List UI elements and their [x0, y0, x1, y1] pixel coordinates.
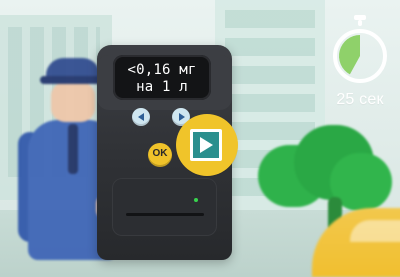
officer-tie — [68, 124, 78, 174]
device-left-button[interactable] — [132, 108, 150, 126]
ok-label: OK — [152, 148, 168, 159]
mouthpiece-slot — [126, 213, 204, 216]
display-reading-line-1: <0,16 мг — [127, 62, 197, 78]
triangle-left-icon — [138, 113, 144, 121]
breathalyzer-lower-panel — [112, 178, 217, 236]
device-ok-button[interactable]: OK — [148, 143, 172, 167]
stopwatch-icon — [333, 29, 387, 83]
timer-label: 25 сек — [336, 91, 384, 108]
timer: 25 сек — [330, 15, 390, 110]
play-icon — [200, 137, 213, 153]
scene: <0,16 мг на 1 л OK 25 сек — [0, 0, 400, 277]
taxi-window — [350, 220, 400, 242]
display-reading-line-2: на 1 л — [136, 79, 188, 95]
officer-face — [51, 82, 95, 122]
status-led — [194, 198, 198, 202]
triangle-right-icon — [179, 113, 185, 121]
breathalyzer-display: <0,16 мг на 1 л — [113, 55, 211, 100]
